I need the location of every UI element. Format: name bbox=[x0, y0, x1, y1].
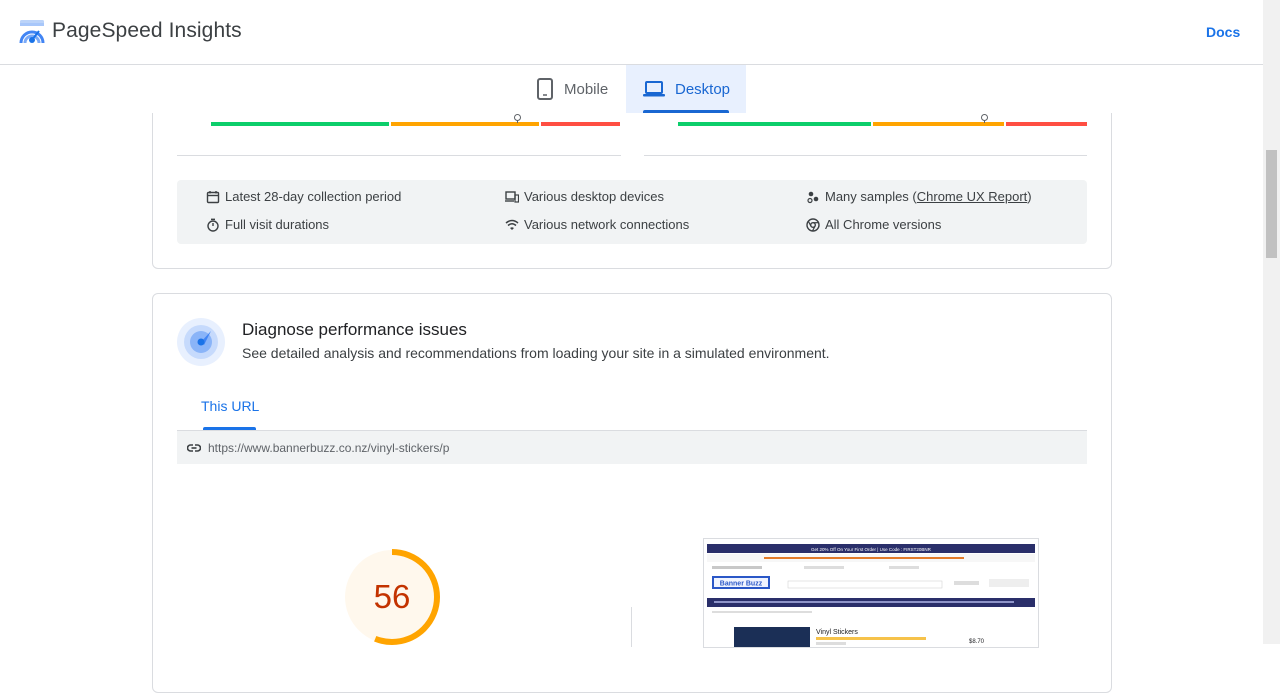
info-versions-label: All Chrome versions bbox=[825, 217, 942, 232]
analyzed-url-bar: https://www.bannerbuzz.co.nz/vinyl-stick… bbox=[177, 430, 1087, 464]
phone-icon bbox=[536, 78, 554, 100]
analyzed-url[interactable]: https://www.bannerbuzz.co.nz/vinyl-stick… bbox=[208, 441, 449, 455]
laptop-icon bbox=[643, 80, 665, 98]
docs-link[interactable]: Docs bbox=[1206, 24, 1240, 40]
stopwatch-icon bbox=[206, 218, 220, 232]
diagnose-subtitle: See detailed analysis and recommendation… bbox=[242, 345, 830, 361]
metric-marker bbox=[981, 114, 988, 121]
info-network-label: Various network connections bbox=[524, 217, 690, 232]
metric-bar-poor bbox=[541, 122, 620, 126]
info-collection-period: Latest 28-day collection period bbox=[206, 189, 401, 204]
people-icon bbox=[806, 190, 820, 204]
chrome-icon bbox=[806, 217, 820, 232]
divider-vertical bbox=[631, 607, 632, 647]
scrollbar-thumb[interactable] bbox=[1266, 150, 1277, 258]
metric-marker bbox=[514, 114, 521, 121]
app-title: PageSpeed Insights bbox=[52, 19, 242, 42]
tab-mobile[interactable]: Mobile bbox=[526, 65, 626, 113]
device-tabs: Mobile Desktop bbox=[0, 65, 1263, 113]
metric-bar-good bbox=[211, 122, 389, 126]
info-collection-period-label: Latest 28-day collection period bbox=[225, 189, 402, 204]
app-header: PageSpeed Insights Docs bbox=[0, 0, 1263, 65]
performance-score: 56 bbox=[373, 578, 411, 615]
info-samples: Many samples (Chrome UX Report) bbox=[806, 189, 1032, 204]
diagnose-title: Diagnose performance issues bbox=[242, 320, 467, 339]
divider bbox=[644, 155, 1087, 156]
info-samples-prefix: Many samples ( bbox=[825, 189, 917, 204]
screenshot-promo: Get 20% Off On Your First Order | Use Co… bbox=[811, 547, 932, 552]
info-durations: Full visit durations bbox=[206, 217, 329, 232]
tab-this-url[interactable]: This URL bbox=[201, 398, 259, 414]
calendar-icon bbox=[206, 190, 220, 204]
wifi-icon bbox=[505, 218, 519, 232]
info-devices: Various desktop devices bbox=[505, 189, 664, 204]
info-samples-suffix: ) bbox=[1027, 189, 1032, 204]
devices-icon bbox=[505, 190, 519, 204]
tab-desktop-label: Desktop bbox=[675, 80, 731, 98]
pagespeed-logo-icon[interactable] bbox=[19, 19, 45, 45]
info-versions: All Chrome versions bbox=[806, 217, 941, 232]
page-screenshot[interactable]: Get 20% Off On Your First Order | Use Co… bbox=[703, 538, 1039, 648]
link-icon bbox=[187, 444, 201, 452]
tab-desktop[interactable]: Desktop bbox=[626, 65, 746, 113]
info-devices-label: Various desktop devices bbox=[524, 189, 664, 204]
screenshot-price: $8.70 bbox=[969, 639, 985, 645]
lab-data-icon bbox=[177, 318, 225, 366]
chrome-ux-report-link[interactable]: Chrome UX Report bbox=[917, 189, 1028, 204]
divider bbox=[177, 155, 621, 156]
screenshot-brand: Banner Buzz bbox=[720, 581, 763, 588]
page-scrollbar[interactable] bbox=[1263, 0, 1280, 644]
metric-bar-good bbox=[678, 122, 871, 126]
info-durations-label: Full visit durations bbox=[225, 217, 330, 232]
screenshot-product: Vinyl Stickers bbox=[816, 629, 858, 636]
metric-bar-poor bbox=[1006, 122, 1087, 126]
info-network: Various network connections bbox=[505, 217, 689, 232]
tab-mobile-label: Mobile bbox=[564, 80, 609, 98]
